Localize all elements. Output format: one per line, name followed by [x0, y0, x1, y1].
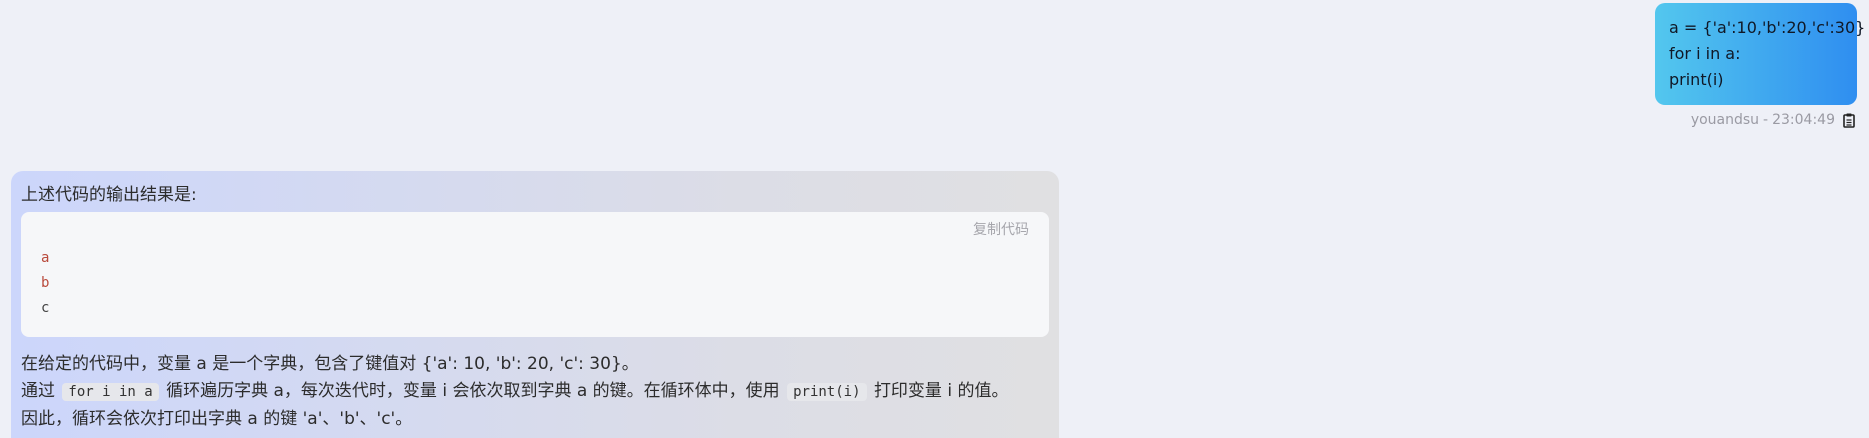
explanation-paragraph: 在给定的代码中，变量 a 是一个字典，包含了键值对 {'a': 10, 'b':… [21, 354, 639, 374]
explanation-text: 通过 [21, 381, 55, 401]
user-message-meta: youandsu - 23:04:49 [1691, 112, 1857, 128]
explanation-paragraph: 通过 for i in a 循环遍历字典 a，每次迭代时，变量 i 会依次取到字… [21, 378, 1049, 406]
explanation-text: 打印变量 i 的值。 [873, 381, 1009, 401]
chat-area: a = {'a':10,'b':20,'c':30} for i in a: p… [0, 0, 1869, 438]
clipboard-icon[interactable] [1841, 112, 1857, 128]
meta-separator: - [1763, 112, 1769, 128]
user-message-bubble: a = {'a':10,'b':20,'c':30} for i in a: p… [1655, 3, 1866, 105]
user-message-line: print(i) [1669, 70, 1724, 89]
code-block: 复制代码 a b c [21, 212, 1049, 337]
code-line: a [41, 250, 50, 266]
code-line: c [41, 300, 50, 316]
message-meta-text: youandsu - 23:04:49 [1691, 112, 1835, 128]
copy-code-button[interactable]: 复制代码 [973, 219, 1029, 239]
inline-code: print(i) [787, 383, 867, 401]
assistant-intro-text: 上述代码的输出结果是: [21, 185, 197, 205]
assistant-message-bubble: 上述代码的输出结果是: 复制代码 a b c 在给定的代码中，变量 a 是一个字… [11, 171, 1059, 438]
message-timestamp: 23:04:49 [1772, 112, 1835, 128]
assistant-explanation: 在给定的代码中，变量 a 是一个字典，包含了键值对 {'a': 10, 'b':… [21, 351, 1049, 433]
user-message-line: a = {'a':10,'b':20,'c':30} [1669, 18, 1866, 37]
inline-code: for i in a [62, 383, 159, 401]
message-author: youandsu [1690, 112, 1760, 128]
explanation-paragraph: 因此，循环会依次打印出字典 a 的键 'a'、'b'、'c'。 [21, 409, 413, 429]
code-line: b [41, 275, 50, 291]
user-message-line: for i in a: [1669, 44, 1741, 63]
explanation-text: 循环遍历字典 a，每次迭代时，变量 i 会依次取到字典 a 的键。在循环体中，使… [166, 381, 780, 401]
